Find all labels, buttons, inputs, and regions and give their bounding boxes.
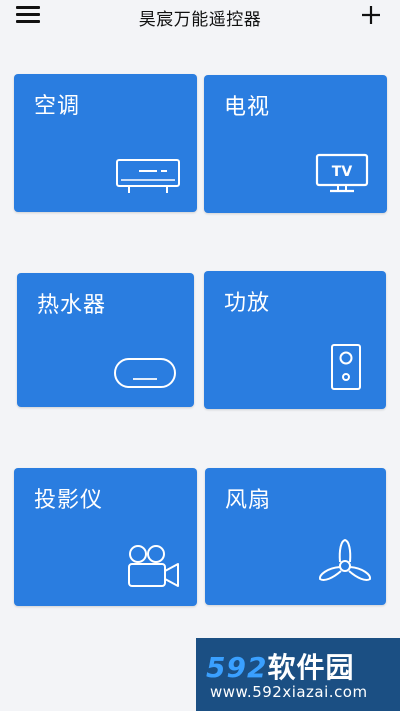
device-label: 风扇 [225, 488, 272, 513]
device-label: 热水器 [37, 293, 107, 318]
watermark-brand: 592软件园 [206, 646, 354, 686]
water-heater-icon [113, 357, 177, 395]
air-conditioner-icon [115, 158, 181, 200]
watermark-brand-number: 592 [206, 651, 268, 684]
device-label: 电视 [224, 95, 271, 120]
tv-icon: TV [314, 153, 370, 199]
device-label: 投影仪 [34, 488, 104, 513]
device-card-fan[interactable]: 风扇 [205, 468, 386, 605]
device-card-air-conditioner[interactable]: 空调 [14, 74, 197, 212]
watermark-logo: 592软件园 www.592xiazai.com [196, 638, 400, 711]
tv-icon-text: TV [332, 164, 353, 180]
device-card-amplifier[interactable]: 功放 [204, 271, 386, 409]
plus-icon[interactable] [360, 4, 382, 26]
projector-camera-icon [127, 542, 181, 592]
device-label: 空调 [34, 94, 81, 119]
watermark-url: www.592xiazai.com [210, 683, 368, 701]
device-card-tv[interactable]: 电视 TV [204, 75, 387, 213]
device-card-projector[interactable]: 投影仪 [14, 468, 197, 606]
top-bar: 昊宸万能遥控器 [0, 0, 400, 36]
watermark-brand-text: 软件园 [267, 651, 355, 684]
speaker-icon [330, 343, 362, 395]
page-title: 昊宸万能遥控器 [138, 10, 262, 30]
device-card-water-heater[interactable]: 热水器 [17, 273, 194, 407]
fan-icon [315, 538, 375, 594]
device-label: 功放 [224, 291, 271, 316]
